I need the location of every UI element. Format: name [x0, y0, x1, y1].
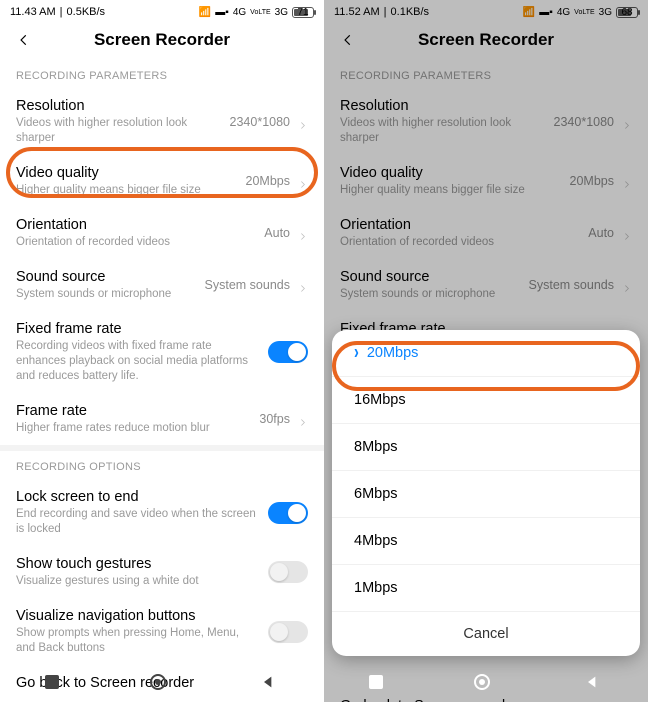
quality-dialog: 20Mbps 16Mbps 8Mbps 6Mbps 4Mbps 1Mbps Ca… [332, 330, 640, 656]
signal-icon: ▬▪ [539, 7, 553, 18]
item-resolution[interactable]: ResolutionVideos with higher resolution … [324, 88, 648, 155]
back-button[interactable] [338, 30, 358, 50]
nav-back[interactable] [581, 671, 603, 693]
nav-bar [0, 662, 324, 702]
item-video-quality[interactable]: Video qualityHigher quality means bigger… [324, 155, 648, 207]
toggle-lock-screen[interactable] [268, 502, 308, 524]
item-fixed-frame-rate[interactable]: Fixed frame rateRecording videos with fi… [0, 311, 324, 393]
quality-option-1[interactable]: 1Mbps [332, 565, 640, 612]
status-bar: 11.43 AM | 0.5KB/s 📶▬▪ 4G VoLTE 3G 71 [0, 0, 324, 22]
quality-option-6[interactable]: 6Mbps [332, 471, 640, 518]
signal-icon: ▬▪ [215, 7, 229, 18]
chevron-right-icon [298, 414, 308, 424]
item-video-quality[interactable]: Video qualityHigher quality means bigger… [0, 155, 324, 207]
section-recording-params: RECORDING PARAMETERS [324, 60, 648, 88]
chevron-right-icon [622, 176, 632, 186]
section-recording-options: RECORDING OPTIONS [0, 451, 324, 479]
status-bar: 11.52 AM | 0.1KB/s 📶▬▪ 4G VoLTE 3G 68 [324, 0, 648, 22]
toggle-visualize-nav[interactable] [268, 621, 308, 643]
chevron-right-icon [298, 176, 308, 186]
item-show-touch[interactable]: Show touch gesturesVisualize gestures us… [0, 546, 324, 598]
quality-option-20[interactable]: 20Mbps [332, 330, 640, 377]
cancel-button[interactable]: Cancel [332, 612, 640, 656]
item-sound-source[interactable]: Sound sourceSystem sounds or microphone … [0, 259, 324, 311]
quality-option-4[interactable]: 4Mbps [332, 518, 640, 565]
item-orientation[interactable]: OrientationOrientation of recorded video… [0, 207, 324, 259]
item-frame-rate[interactable]: Frame rateHigher frame rates reduce moti… [0, 393, 324, 445]
page-title: Screen Recorder [34, 30, 290, 50]
chevron-right-icon [622, 280, 632, 290]
item-sound-source[interactable]: Sound sourceSystem sounds or microphone … [324, 259, 648, 311]
back-button[interactable] [14, 30, 34, 50]
nav-home[interactable] [150, 674, 166, 690]
item-orientation[interactable]: OrientationOrientation of recorded video… [324, 207, 648, 259]
chevron-right-icon [298, 117, 308, 127]
toggle-fixed-frame[interactable] [268, 341, 308, 363]
header: Screen Recorder [324, 22, 648, 60]
chevron-right-icon [622, 228, 632, 238]
nav-back[interactable] [257, 671, 279, 693]
quality-option-16[interactable]: 16Mbps [332, 377, 640, 424]
nav-recents[interactable] [45, 675, 59, 689]
quality-option-8[interactable]: 8Mbps [332, 424, 640, 471]
nav-bar [324, 662, 648, 702]
chevron-right-icon [622, 117, 632, 127]
chevron-right-icon [298, 280, 308, 290]
nav-home[interactable] [474, 674, 490, 690]
header: Screen Recorder [0, 22, 324, 60]
section-recording-params: RECORDING PARAMETERS [0, 60, 324, 88]
chevron-right-icon [298, 228, 308, 238]
item-lock-screen-end[interactable]: Lock screen to endEnd recording and save… [0, 479, 324, 546]
toggle-show-touch[interactable] [268, 561, 308, 583]
nav-recents[interactable] [369, 675, 383, 689]
page-title: Screen Recorder [358, 30, 614, 50]
item-visualize-nav[interactable]: Visualize navigation buttonsShow prompts… [0, 598, 324, 665]
item-resolution[interactable]: ResolutionVideos with higher resolution … [0, 88, 324, 155]
